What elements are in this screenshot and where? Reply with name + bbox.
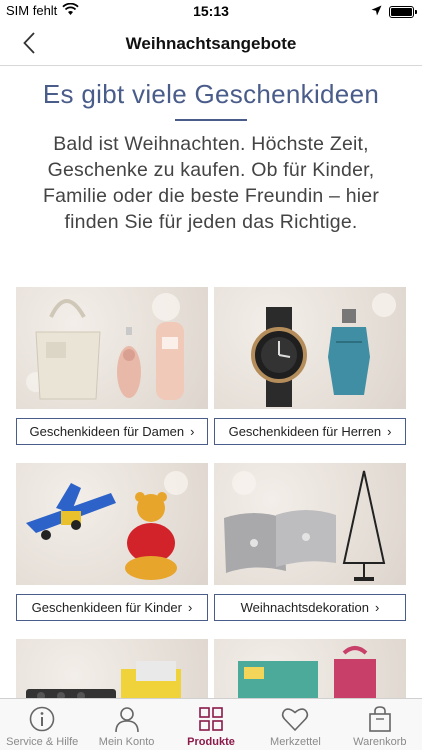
tab-service-hilfe[interactable]: Service & Hilfe [0, 699, 84, 750]
category-button-label: Geschenkideen für Damen [29, 424, 185, 439]
category-button-dekoration[interactable]: Weihnachtsdekoration › [214, 594, 406, 621]
chevron-right-icon: › [375, 600, 380, 615]
category-button-label: Weihnachtsdekoration [240, 600, 370, 615]
tab-label: Service & Hilfe [6, 736, 79, 748]
tab-label: Mein Konto [98, 736, 155, 748]
tab-bar: Service & Hilfe Mein Konto Produkte Merk… [0, 698, 422, 750]
category-button-label: Geschenkideen für Herren [228, 424, 382, 439]
intro-text: Bald ist Weihnachten. Höchste Zeit, Gesc… [42, 133, 380, 233]
category-image-damen[interactable] [16, 287, 208, 409]
tab-produkte[interactable]: Produkte [169, 699, 253, 750]
tab-label: Warenkorb [353, 736, 407, 748]
status-time: 15:13 [193, 3, 229, 19]
category-button-kinder[interactable]: Geschenkideen für Kinder › [16, 594, 208, 621]
headline: Es gibt viele Geschenkideen [42, 79, 380, 109]
info-icon [29, 706, 55, 732]
heart-icon [282, 708, 309, 732]
status-right [371, 4, 417, 19]
category-tile-5[interactable] [16, 639, 208, 698]
person-icon [114, 707, 139, 733]
category-image-6[interactable] [214, 639, 406, 698]
category-tile-6[interactable] [214, 639, 406, 698]
category-tile-kinder[interactable]: Geschenkideen für Kinder › [16, 463, 208, 621]
category-image-kinder[interactable] [16, 463, 208, 585]
page-title: Weihnachtsangebote [125, 34, 297, 53]
chevron-right-icon: › [190, 424, 195, 439]
bag-icon [369, 706, 391, 732]
grid-icon [199, 707, 223, 731]
category-tile-damen[interactable]: Geschenkideen für Damen › [16, 287, 208, 445]
location-arrow-icon [371, 4, 382, 19]
content-scroll-area[interactable]: Es gibt viele Geschenkideen Bald ist Wei… [0, 67, 422, 698]
category-button-herren[interactable]: Geschenkideen für Herren › [214, 418, 406, 445]
category-image-5[interactable] [16, 639, 208, 698]
chevron-right-icon: › [187, 600, 193, 615]
battery-icon [389, 5, 417, 18]
tab-merkzettel[interactable]: Merkzettel [253, 699, 337, 750]
category-tile-herren[interactable]: Geschenkideen für Herren › [214, 287, 406, 445]
category-button-damen[interactable]: Geschenkideen für Damen › [16, 418, 208, 445]
category-button-label: Geschenkideen für Kinder [31, 600, 182, 615]
status-bar: SIM fehlt 15:13 [0, 0, 422, 22]
headline-divider [175, 119, 247, 121]
category-tile-dekoration[interactable]: Weihnachtsdekoration › [214, 463, 406, 621]
category-image-dekoration[interactable] [214, 463, 406, 585]
tab-label: Produkte [187, 736, 235, 748]
nav-bar: Weihnachtsangebote [0, 22, 422, 66]
tab-label: Merkzettel [270, 736, 321, 748]
chevron-right-icon: › [387, 424, 392, 439]
category-image-herren[interactable] [214, 287, 406, 409]
tab-warenkorb[interactable]: Warenkorb [338, 699, 422, 750]
tab-mein-konto[interactable]: Mein Konto [84, 699, 168, 750]
